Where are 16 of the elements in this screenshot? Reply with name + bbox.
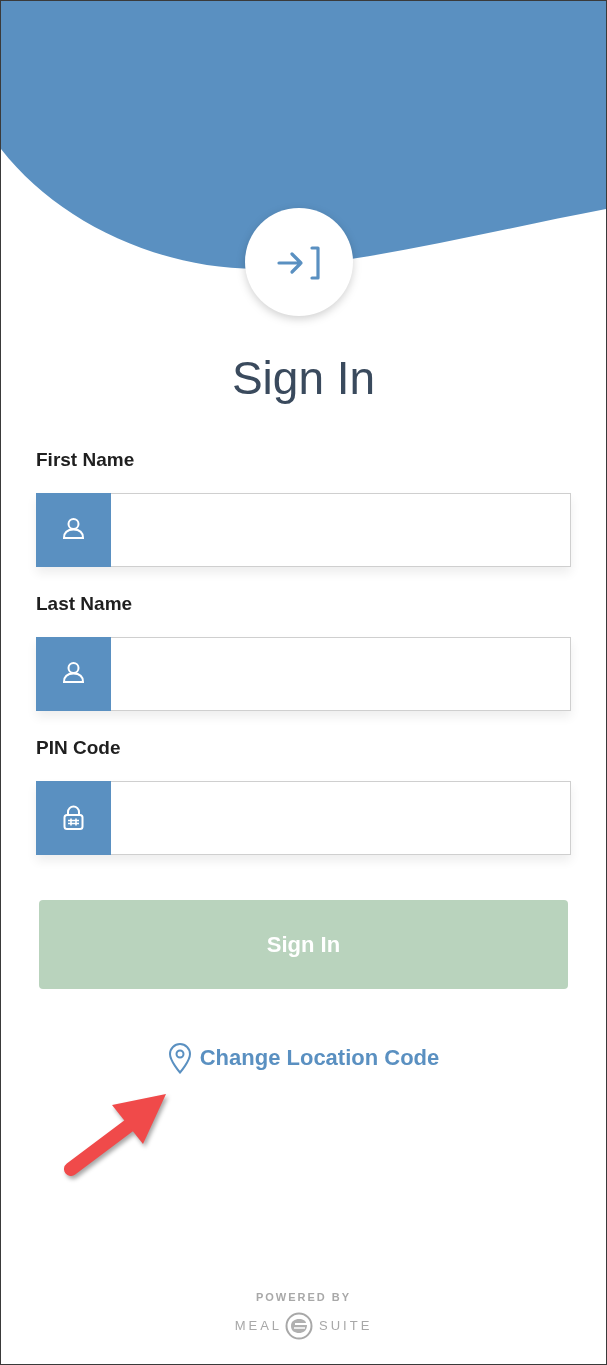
lock-icon bbox=[36, 781, 111, 855]
powered-by-text: POWERED BY bbox=[255, 1290, 352, 1304]
brand-name: SUITE bbox=[319, 1318, 373, 1334]
field-label: First Name bbox=[36, 448, 135, 471]
brand-logo-icon bbox=[285, 1312, 314, 1340]
brand-name: MEAL bbox=[234, 1318, 283, 1334]
input-field[interactable] bbox=[111, 781, 571, 855]
field-label: Last Name bbox=[36, 592, 133, 615]
input-field[interactable] bbox=[111, 493, 571, 567]
person-icon bbox=[36, 493, 111, 567]
map-pin-icon bbox=[167, 1042, 192, 1074]
page-title: Sign In bbox=[231, 351, 376, 406]
input-field[interactable] bbox=[111, 637, 571, 711]
change-location-link[interactable]: Change Location Code bbox=[167, 1042, 440, 1074]
person-icon bbox=[36, 637, 111, 711]
field-label: PIN Code bbox=[36, 736, 121, 759]
